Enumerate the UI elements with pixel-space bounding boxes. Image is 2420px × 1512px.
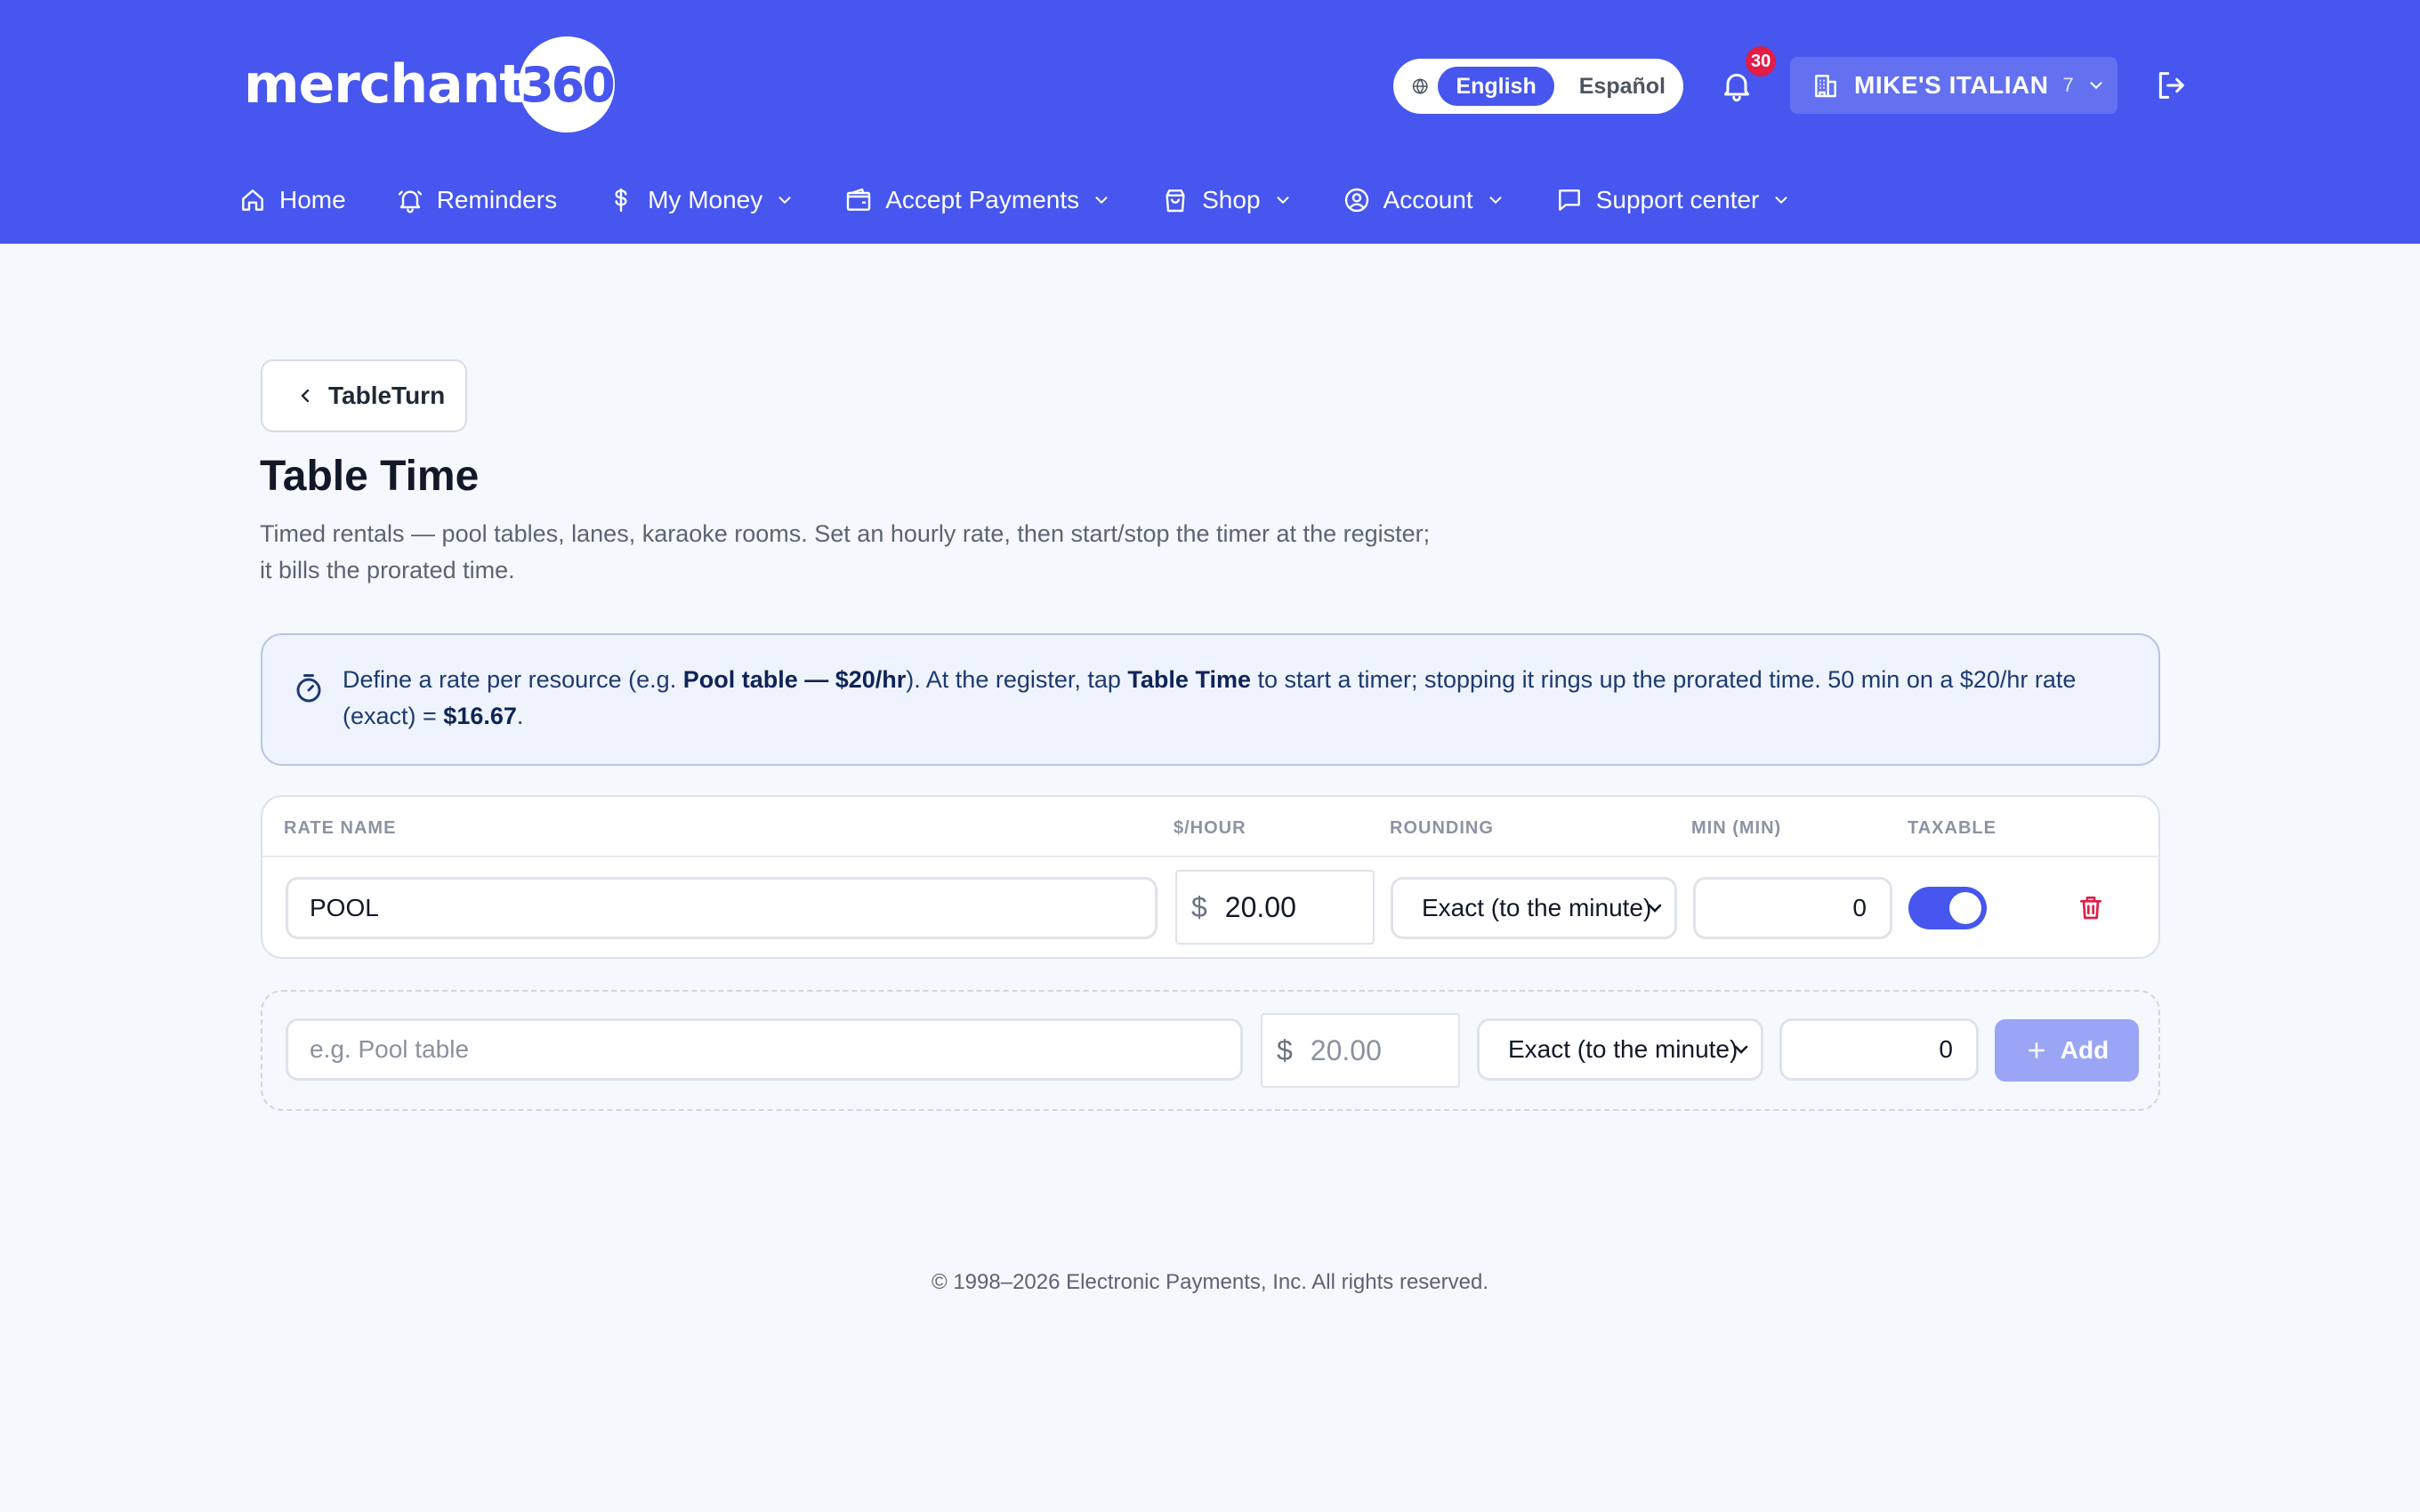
add-rate-row: e.g. Pool table $ 20.00 Exact (to the mi… xyxy=(261,990,2160,1111)
merchant-name: MIKE'S ITALIAN xyxy=(1854,71,2049,99)
new-rate-hourly-input[interactable]: $ 20.00 xyxy=(1261,1013,1460,1088)
nav-label-reminders: Reminders xyxy=(436,186,558,213)
chevron-left-icon xyxy=(301,389,310,403)
info-callout: Define a rate per resource (e.g. Pool ta… xyxy=(261,633,2160,766)
currency-symbol: $ xyxy=(1191,890,1207,923)
shopping-bag-icon xyxy=(1166,189,1185,213)
new-rate-hourly-placeholder: 20.00 xyxy=(1310,1033,1382,1066)
nav-item-home[interactable]: Home xyxy=(238,186,346,214)
chevron-down-icon xyxy=(1277,197,1289,205)
bell-ring-icon xyxy=(398,190,422,213)
wallet-icon xyxy=(847,188,871,211)
home-icon xyxy=(242,189,263,211)
logo-circle-text: 360 xyxy=(520,56,616,113)
nav-item-shop[interactable]: Shop xyxy=(1161,186,1292,214)
toggle-knob xyxy=(1949,892,1981,924)
info-text-result: $16.67 xyxy=(443,703,517,729)
plus-icon xyxy=(2028,1042,2045,1058)
nav-label-shop: Shop xyxy=(1202,186,1261,213)
column-header-rounding: ROUNDING xyxy=(1390,818,1494,838)
new-min-minutes-value: 0 xyxy=(1939,1035,1953,1063)
back-button[interactable]: TableTurn xyxy=(261,359,467,432)
nav-item-accept-payments[interactable]: Accept Payments xyxy=(844,186,1111,214)
language-english-button[interactable]: English xyxy=(1438,67,1554,106)
building-icon xyxy=(1815,75,1836,98)
add-rate-button[interactable]: Add xyxy=(1995,1019,2139,1082)
chevron-down-icon xyxy=(1489,197,1502,205)
nav-item-my-money[interactable]: My Money xyxy=(607,186,795,214)
chat-bubble-icon xyxy=(1558,189,1580,211)
main-nav: Home Reminders My Money Accept Payments … xyxy=(238,176,1841,224)
info-text-example: Pool table — $20/hr xyxy=(682,666,907,693)
merchant360-logo[interactable]: merchant 360 xyxy=(244,36,616,133)
footer-copyright: © 1998–2026 Electronic Payments, Inc. Al… xyxy=(931,1270,1488,1294)
top-header: merchant 360 English Español 30 MIKE'S I… xyxy=(0,0,2420,244)
language-espanol-button[interactable]: Español xyxy=(1561,67,1683,106)
nav-item-reminders[interactable]: Reminders xyxy=(396,186,557,214)
column-header-taxable: TAXABLE xyxy=(1908,818,1996,838)
nav-label-my-money: My Money xyxy=(648,186,763,213)
logo-text: merchant xyxy=(244,53,525,116)
info-text-feature: Table Time xyxy=(1127,666,1251,693)
nav-item-support-center[interactable]: Support center xyxy=(1555,186,1792,214)
stopwatch-icon xyxy=(296,674,321,703)
merchant-location-count: 7 xyxy=(2062,74,2074,96)
chevron-down-icon xyxy=(1734,1045,1748,1054)
new-min-minutes-input[interactable]: 0 xyxy=(1779,1018,1979,1081)
info-text-part: . xyxy=(516,703,524,729)
rate-name-value: POOL xyxy=(310,894,379,921)
column-header-min: MIN (MIN) xyxy=(1691,818,1782,838)
chevron-down-icon xyxy=(1775,197,1787,205)
nav-item-account[interactable]: Account xyxy=(1343,186,1505,214)
rate-hourly-input[interactable]: $ 20.00 xyxy=(1175,870,1375,945)
logo-circle: 360 xyxy=(518,36,616,133)
new-rounding-select[interactable]: Exact (to the minute) xyxy=(1477,1018,1763,1081)
rounding-select[interactable]: Exact (to the minute) xyxy=(1391,877,1677,939)
globe-icon xyxy=(1412,78,1428,94)
column-header-rate: $/HOUR xyxy=(1174,818,1246,838)
logout-icon[interactable] xyxy=(2153,68,2189,103)
new-rate-name-placeholder: e.g. Pool table xyxy=(310,1035,470,1063)
currency-symbol: $ xyxy=(1277,1033,1293,1066)
dollar-icon xyxy=(615,188,627,213)
taxable-toggle[interactable] xyxy=(1908,887,1987,929)
page-title: Table Time xyxy=(260,453,480,500)
notification-count-badge: 30 xyxy=(1746,46,1777,76)
trash-icon[interactable] xyxy=(2077,893,2105,921)
rate-hourly-value: 20.00 xyxy=(1224,890,1296,923)
info-text-part: ). At the register, tap xyxy=(906,666,1128,693)
chevron-down-icon xyxy=(2090,82,2102,90)
new-rounding-value: Exact (to the minute) xyxy=(1508,1035,1738,1063)
nav-label-support-center: Support center xyxy=(1595,186,1760,213)
rate-name-input[interactable]: POOL xyxy=(286,877,1158,939)
rounding-value: Exact (to the minute) xyxy=(1422,894,1652,921)
info-text-part: Define a rate per resource (e.g. xyxy=(343,666,683,693)
info-text: Define a rate per resource (e.g. Pool ta… xyxy=(343,662,2131,735)
user-circle-icon xyxy=(1344,188,1368,213)
nav-label-home: Home xyxy=(279,186,346,213)
new-rate-name-input[interactable]: e.g. Pool table xyxy=(286,1018,1243,1081)
nav-label-accept-payments: Accept Payments xyxy=(885,186,1080,213)
chevron-down-icon xyxy=(1095,197,1108,205)
add-rate-button-label: Add xyxy=(2060,1036,2109,1064)
min-minutes-value: 0 xyxy=(1852,894,1867,921)
bell-icon[interactable] xyxy=(1719,68,1754,103)
page-description: Timed rentals — pool tables, lanes, kara… xyxy=(260,520,1431,583)
language-switcher: English Español xyxy=(1393,59,1683,114)
rates-table: RATE NAME $/HOUR ROUNDING MIN (MIN) TAXA… xyxy=(261,795,2160,959)
chevron-down-icon xyxy=(1648,904,1662,913)
back-button-label: TableTurn xyxy=(328,382,446,409)
merchant-selector[interactable]: MIKE'S ITALIAN 7 xyxy=(1790,57,2118,114)
header-divider xyxy=(262,856,2158,857)
column-header-rate-name: RATE NAME xyxy=(284,818,397,838)
chevron-down-icon xyxy=(778,197,791,205)
min-minutes-input[interactable]: 0 xyxy=(1693,877,1892,939)
nav-label-account: Account xyxy=(1383,186,1473,213)
